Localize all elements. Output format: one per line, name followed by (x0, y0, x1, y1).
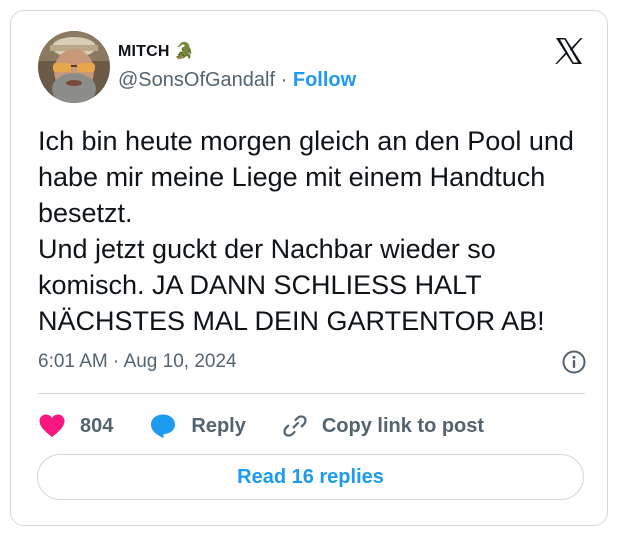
like-button[interactable]: 804 (38, 413, 113, 439)
handle-separator: · (280, 69, 288, 91)
copy-link-label: Copy link to post (321, 414, 485, 437)
speech-bubble-icon (151, 414, 176, 438)
post-date: Aug 10, 2024 (123, 351, 237, 372)
x-logo-icon[interactable] (553, 35, 585, 67)
reply-button[interactable]: Reply (149, 412, 246, 440)
post-timestamp[interactable]: 6:01 AM · Aug 10, 2024 (38, 351, 237, 373)
read-replies-button[interactable]: Read 16 replies (37, 454, 584, 500)
link-icon (283, 415, 307, 437)
reply-label: Reply (191, 414, 246, 437)
heart-icon (39, 414, 65, 437)
author-handle-row: @SonsOfGandalf · Follow (118, 69, 356, 92)
author-display-name[interactable]: MITCH 🐊 (118, 41, 194, 61)
avatar[interactable] (38, 31, 110, 103)
info-icon[interactable] (561, 349, 587, 375)
post-text: Ich bin heute morgen gleich an den Pool … (38, 126, 574, 336)
embedded-post-card: MITCH 🐊 @SonsOfGandalf · Follow Ich bin … (10, 10, 608, 526)
divider (38, 393, 585, 394)
author-handle[interactable]: @SonsOfGandalf (118, 69, 275, 91)
read-replies-label: Read 16 replies (237, 465, 384, 488)
copy-link-button[interactable]: Copy link to post (282, 413, 484, 439)
author-name-emoji: 🐊 (174, 43, 195, 60)
timestamp-separator: · (113, 351, 120, 372)
follow-link[interactable]: Follow (293, 69, 356, 91)
action-bar: 804 Reply Copy link to post (38, 411, 520, 441)
like-count: 804 (80, 414, 114, 437)
author-name-text: MITCH (118, 43, 170, 60)
post-time: 6:01 AM (38, 351, 108, 372)
